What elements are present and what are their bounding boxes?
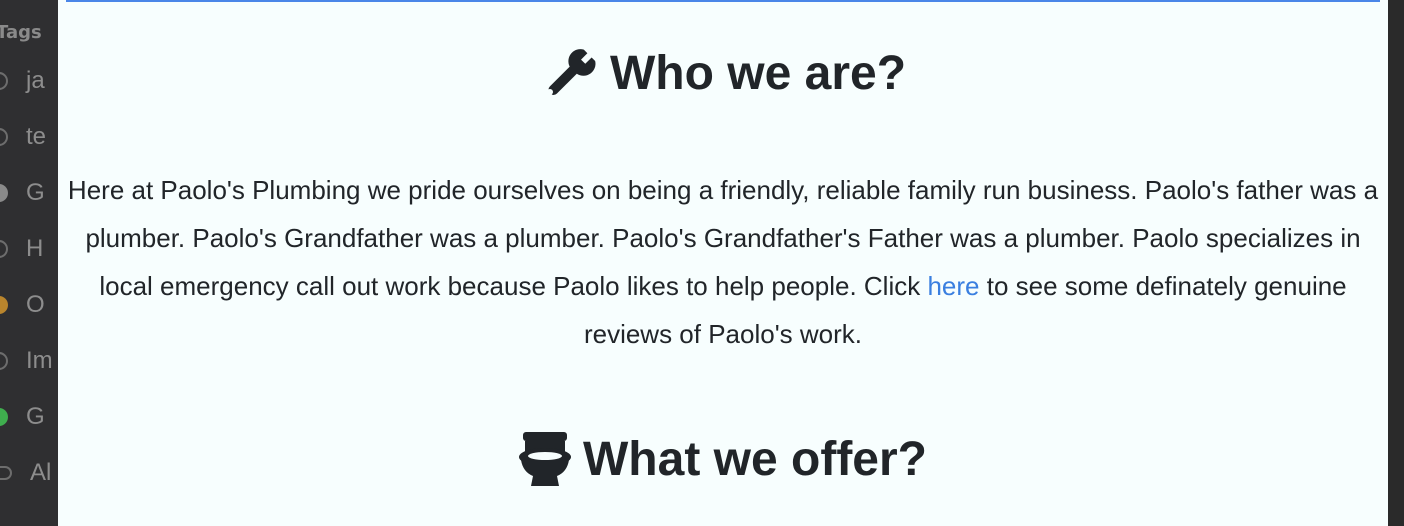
what-we-offer-heading: What we offer? xyxy=(58,426,1388,492)
tag-label: G xyxy=(26,179,45,206)
tags-sidebar: Tags ja te G H O Im G Al xyxy=(0,0,58,526)
tag-label: G xyxy=(26,403,45,430)
tag-item[interactable]: G xyxy=(0,403,45,431)
tag-item[interactable]: ja xyxy=(0,67,45,95)
tag-label: Im xyxy=(26,347,53,374)
tag-circle-icon xyxy=(0,352,8,370)
tag-label: Al xyxy=(30,459,52,486)
tag-item[interactable]: O xyxy=(0,291,45,319)
tag-dot-icon xyxy=(0,408,8,426)
tag-item[interactable]: te xyxy=(0,123,46,151)
tag-item[interactable]: Im xyxy=(0,347,53,375)
window-edge xyxy=(1388,0,1404,526)
who-we-are-heading: Who we are? xyxy=(58,40,1388,106)
tag-label: te xyxy=(26,123,47,150)
wrench-icon xyxy=(540,44,598,102)
tag-circle-icon xyxy=(0,240,8,258)
toggle-icon xyxy=(0,466,12,480)
intro-paragraph: Here at Paolo's Plumbing we pride oursel… xyxy=(58,166,1388,358)
tag-label: ja xyxy=(26,67,45,94)
tag-item[interactable]: G xyxy=(0,179,45,207)
page-content: Who we are? Here at Paolo's Plumbing we … xyxy=(58,0,1388,526)
tags-heading: Tags xyxy=(0,22,42,43)
tag-item[interactable]: Al xyxy=(0,459,51,487)
tag-label: H xyxy=(26,235,44,262)
tag-dot-icon xyxy=(0,296,8,314)
toilet-icon xyxy=(519,430,571,488)
who-we-are-title: Who we are? xyxy=(609,46,907,100)
tag-circle-icon xyxy=(0,128,8,146)
top-divider xyxy=(66,0,1380,2)
tag-dot-icon xyxy=(0,184,8,202)
tag-item[interactable]: H xyxy=(0,235,43,263)
tag-circle-icon xyxy=(0,72,8,90)
what-we-offer-title: What we offer? xyxy=(583,432,927,486)
tag-label: O xyxy=(26,291,45,318)
reviews-link[interactable]: here xyxy=(927,271,979,301)
